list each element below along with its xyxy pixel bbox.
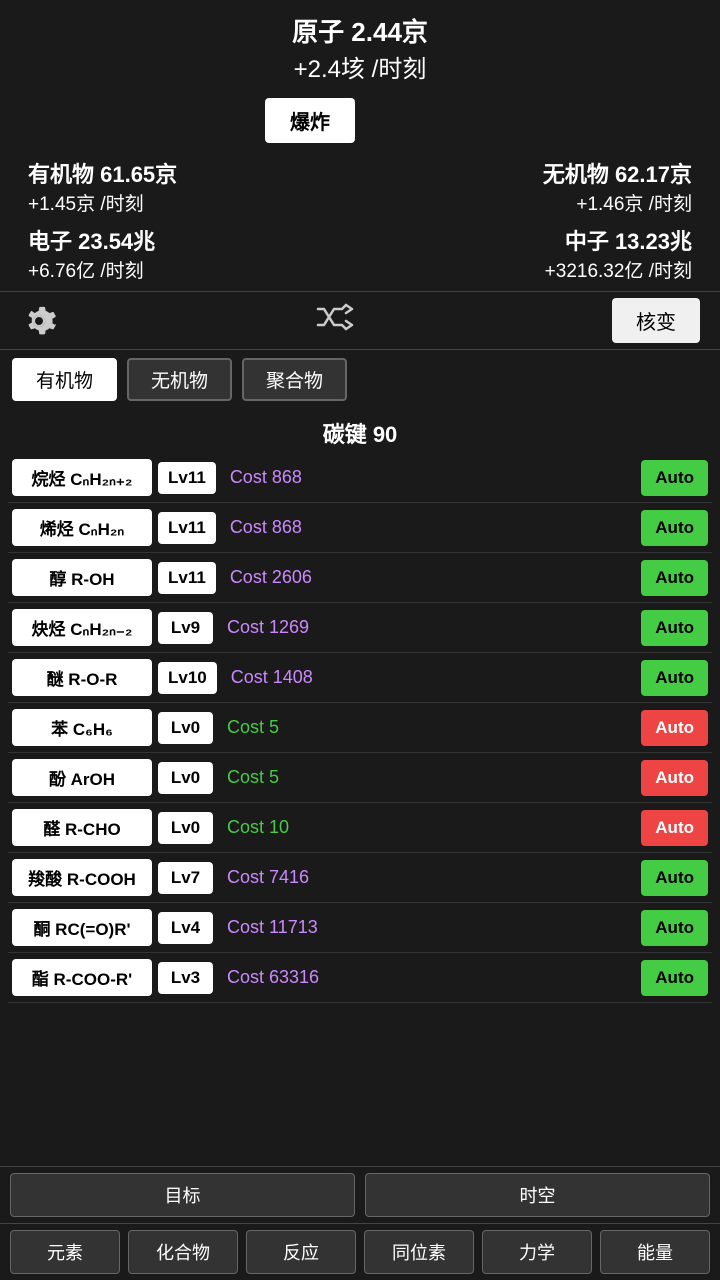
compound-row: 烯烃 CₙH₂ₙLv11 Cost 868 Auto	[8, 503, 712, 553]
cost-text: Cost 868	[222, 517, 635, 538]
compound-name-button[interactable]: 醚 R-O-R	[12, 659, 152, 696]
compound-row: 炔烃 CₙH₂ₙ₋₂Lv9 Cost 1269 Auto	[8, 603, 712, 653]
electron-rate: +6.76亿 /时刻	[28, 256, 352, 283]
auto-button[interactable]: Auto	[641, 610, 708, 646]
compound-name-button[interactable]: 醇 R-OH	[12, 559, 152, 596]
compound-name-button[interactable]: 羧酸 R-COOH	[12, 859, 152, 896]
atoms-display: 原子 2.44京	[16, 12, 704, 49]
atoms-rate: +2.4垓 /时刻	[16, 49, 704, 84]
explode-button[interactable]: 爆炸	[265, 98, 355, 143]
bottom-nav-row1: 目标 时空	[0, 1166, 720, 1223]
tab-organic[interactable]: 有机物	[12, 358, 117, 401]
auto-button[interactable]: Auto	[641, 560, 708, 596]
auto-button[interactable]: Auto	[641, 760, 708, 796]
auto-button[interactable]: Auto	[641, 960, 708, 996]
auto-button[interactable]: Auto	[641, 910, 708, 946]
auto-button[interactable]: Auto	[641, 460, 708, 496]
compound-row: 酯 R-COO-R'Lv3 Cost 63316 Auto	[8, 953, 712, 1003]
compound-row: 醛 R-CHOLv0 Cost 10 Auto	[8, 803, 712, 853]
level-button[interactable]: Lv4	[158, 912, 213, 944]
electron-label: 电子 23.54兆	[28, 224, 352, 256]
compound-name-button[interactable]: 酯 R-COO-R'	[12, 959, 152, 996]
cost-text: Cost 5	[219, 717, 635, 738]
organic-stat: 有机物 61.65京 +1.45京 /时刻	[20, 153, 360, 220]
auto-button[interactable]: Auto	[641, 860, 708, 896]
compound-name-button[interactable]: 酮 RC(=O)R'	[12, 909, 152, 946]
neutron-label: 中子 13.23兆	[368, 224, 692, 256]
compound-name-button[interactable]: 炔烃 CₙH₂ₙ₋₂	[12, 609, 152, 646]
compound-name-button[interactable]: 苯 C₆H₆	[12, 709, 152, 746]
auto-button[interactable]: Auto	[641, 710, 708, 746]
organic-label: 有机物 61.65京	[28, 157, 352, 189]
compound-row: 酚 ArOHLv0 Cost 5 Auto	[8, 753, 712, 803]
gear-icon[interactable]	[20, 302, 58, 340]
nav-reactions-button[interactable]: 反应	[246, 1230, 356, 1274]
tab-bar: 有机物 无机物 聚合物	[0, 350, 720, 409]
level-button[interactable]: Lv9	[158, 612, 213, 644]
bottom-nav: 目标 时空 元素 化合物 反应 同位素 力学 能量	[0, 1166, 720, 1280]
nav-spacetime-button[interactable]: 时空	[365, 1173, 710, 1217]
neutron-stat: 中子 13.23兆 +3216.32亿 /时刻	[360, 220, 700, 287]
inorganic-stat: 无机物 62.17京 +1.46京 /时刻	[360, 153, 700, 220]
cost-text: Cost 63316	[219, 967, 635, 988]
cost-text: Cost 10	[219, 817, 635, 838]
header: 原子 2.44京 +2.4垓 /时刻	[0, 0, 720, 92]
bottom-nav-row2: 元素 化合物 反应 同位素 力学 能量	[0, 1223, 720, 1280]
neutron-rate: +3216.32亿 /时刻	[368, 256, 692, 283]
level-button[interactable]: Lv3	[158, 962, 213, 994]
compound-row: 醇 R-OHLv11 Cost 2606 Auto	[8, 553, 712, 603]
inorganic-rate: +1.46京 /时刻	[368, 189, 692, 216]
compound-row: 羧酸 R-COOHLv7 Cost 7416 Auto	[8, 853, 712, 903]
cost-text: Cost 2606	[222, 567, 635, 588]
nuclei-button[interactable]: 核变	[612, 298, 700, 343]
carbon-bonds-heading: 碳键 90	[0, 409, 720, 453]
compound-name-button[interactable]: 酚 ArOH	[12, 759, 152, 796]
level-button[interactable]: Lv0	[158, 762, 213, 794]
auto-button[interactable]: Auto	[641, 810, 708, 846]
compound-list: 烷烃 CₙH₂ₙ₊₂Lv11Cost 868Auto烯烃 CₙH₂ₙLv11Co…	[0, 453, 720, 1003]
compound-row: 酮 RC(=O)R'Lv4 Cost 11713 Auto	[8, 903, 712, 953]
compound-name-button[interactable]: 醛 R-CHO	[12, 809, 152, 846]
cost-text: Cost 7416	[219, 867, 635, 888]
compound-row: 苯 C₆H₆Lv0 Cost 5 Auto	[8, 703, 712, 753]
level-button[interactable]: Lv11	[158, 562, 216, 594]
shuffle-icon[interactable]	[316, 303, 354, 338]
cost-text: Cost 1408	[223, 667, 636, 688]
cost-text: Cost 1269	[219, 617, 635, 638]
compound-row: 烷烃 CₙH₂ₙ₊₂Lv11 Cost 868 Auto	[8, 453, 712, 503]
level-button[interactable]: Lv11	[158, 462, 216, 494]
cost-text: Cost 11713	[219, 917, 635, 938]
cost-text: Cost 868	[222, 467, 635, 488]
level-button[interactable]: Lv11	[158, 512, 216, 544]
nav-elements-button[interactable]: 元素	[10, 1230, 120, 1274]
nav-energy-button[interactable]: 能量	[600, 1230, 710, 1274]
level-button[interactable]: Lv7	[158, 862, 213, 894]
inorganic-label: 无机物 62.17京	[368, 157, 692, 189]
toolbar-row: 核变	[0, 291, 720, 350]
compound-name-button[interactable]: 烯烃 CₙH₂ₙ	[12, 509, 152, 546]
level-button[interactable]: Lv10	[158, 662, 217, 694]
nav-compounds-button[interactable]: 化合物	[128, 1230, 238, 1274]
auto-button[interactable]: Auto	[641, 660, 708, 696]
nav-isotopes-button[interactable]: 同位素	[364, 1230, 474, 1274]
organic-rate: +1.45京 /时刻	[28, 189, 352, 216]
level-button[interactable]: Lv0	[158, 812, 213, 844]
auto-button[interactable]: Auto	[641, 510, 708, 546]
cost-text: Cost 5	[219, 767, 635, 788]
top-row: 爆炸	[0, 92, 720, 149]
compound-row: 醚 R-O-RLv10 Cost 1408Auto	[8, 653, 712, 703]
compound-name-button[interactable]: 烷烃 CₙH₂ₙ₊₂	[12, 459, 152, 496]
electron-stat: 电子 23.54兆 +6.76亿 /时刻	[20, 220, 360, 287]
level-button[interactable]: Lv0	[158, 712, 213, 744]
nav-target-button[interactable]: 目标	[10, 1173, 355, 1217]
tab-inorganic[interactable]: 无机物	[127, 358, 232, 401]
stats-grid: 有机物 61.65京 +1.45京 /时刻 无机物 62.17京 +1.46京 …	[0, 149, 720, 291]
nav-mechanics-button[interactable]: 力学	[482, 1230, 592, 1274]
tab-polymer[interactable]: 聚合物	[242, 358, 347, 401]
